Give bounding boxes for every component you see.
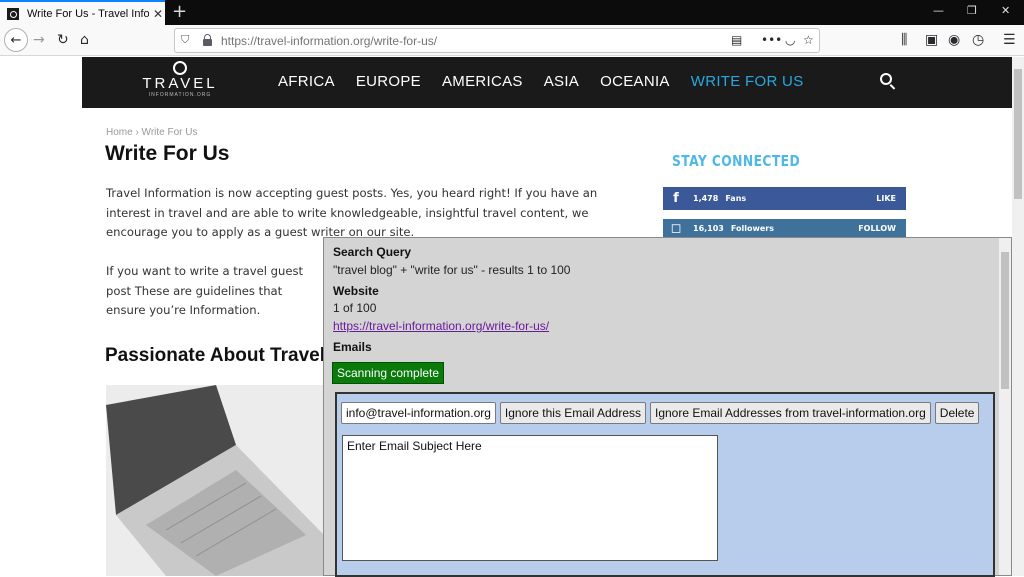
- panel-scrollbar-thumb[interactable]: [1001, 252, 1009, 389]
- nav-write-for-us[interactable]: WRITE FOR US: [691, 73, 804, 90]
- website-position: 1 of 100: [333, 301, 377, 315]
- site-header: TRAVEL INFORMATION.ORG AFRICA EUROPE AME…: [82, 57, 1012, 108]
- laptop-illustration: [106, 385, 324, 576]
- url-text[interactable]: https://travel-information.org/write-for…: [221, 34, 437, 48]
- website-link[interactable]: https://travel-information.org/write-for…: [333, 319, 549, 333]
- library-icon[interactable]: ⫼: [901, 31, 907, 49]
- scan-status-button[interactable]: Scanning complete: [332, 362, 445, 384]
- restore-button[interactable]: ❐: [967, 4, 977, 17]
- page-scrollbar-thumb[interactable]: [1014, 69, 1022, 199]
- facebook-label: Fans: [725, 194, 747, 203]
- sidebar-icon[interactable]: ▣: [925, 31, 938, 49]
- ignore-email-button[interactable]: Ignore this Email Address: [499, 402, 646, 424]
- timer-icon[interactable]: ◷: [972, 31, 984, 49]
- tab-close-icon[interactable]: ✕: [153, 7, 163, 21]
- search-icon[interactable]: [880, 73, 892, 85]
- instagram-label: Followers: [730, 223, 775, 233]
- nav-asia[interactable]: ASIA: [544, 73, 579, 90]
- url-bar[interactable]: ⛉ https://travel-information.org/write-f…: [174, 28, 820, 53]
- page-scrollbar[interactable]: [1012, 57, 1024, 576]
- main-nav: AFRICA EUROPE AMERICAS ASIA OCEANIA WRIT…: [278, 73, 825, 90]
- instagram-follow-button[interactable]: FOLLOW: [858, 224, 896, 233]
- emails-label: Emails: [333, 340, 372, 354]
- guidelines-paragraph: If you want to write a travel guest post…: [106, 264, 304, 317]
- email-address-field[interactable]: info@travel-information.org: [341, 402, 496, 424]
- intro-paragraph: Travel Information is now accepting gues…: [106, 186, 598, 239]
- laptop-image: [106, 385, 324, 576]
- nav-americas[interactable]: AMERICAS: [442, 73, 523, 90]
- close-window-button[interactable]: ✕: [1001, 4, 1010, 17]
- stay-connected-heading: STAY CONNECTED: [672, 152, 801, 170]
- email-actions-row: info@travel-information.org Ignore this …: [341, 402, 980, 424]
- site-favicon-icon: [7, 7, 19, 20]
- logo-subtitle: INFORMATION.ORG: [148, 92, 212, 98]
- instagram-count: 16,103: [693, 223, 724, 233]
- account-icon[interactable]: ◉: [948, 31, 960, 49]
- search-query-label: Search Query: [333, 245, 412, 259]
- browser-toolbar: ← → ↻ ⌂ ⛉ https://travel-information.org…: [0, 25, 1024, 56]
- reload-icon[interactable]: ↻: [57, 31, 69, 49]
- nav-oceania[interactable]: OCEANIA: [600, 73, 670, 90]
- back-button[interactable]: ←: [4, 28, 28, 52]
- page-actions-icon[interactable]: •••: [761, 33, 782, 47]
- browser-tab-bar: Write For Us - Travel Informatic ✕ + — ❐…: [0, 0, 1024, 25]
- facebook-count: 1,478: [693, 194, 719, 203]
- facebook-icon: f: [673, 191, 679, 206]
- page-title: Write For Us: [105, 142, 230, 165]
- minimize-button[interactable]: —: [933, 4, 944, 17]
- site-logo[interactable]: TRAVEL INFORMATION.ORG: [140, 61, 220, 105]
- section-heading: Passionate About Travel: [105, 345, 325, 366]
- search-query-value: "travel blog" + "write for us" - results…: [333, 263, 571, 277]
- tab-title: Write For Us - Travel Informatic: [27, 7, 149, 20]
- pocket-icon[interactable]: ◡: [785, 33, 795, 47]
- nav-africa[interactable]: AFRICA: [278, 73, 335, 90]
- tracking-shield-icon[interactable]: ⛉: [181, 33, 189, 47]
- forward-icon[interactable]: →: [33, 31, 45, 49]
- nav-europe[interactable]: EUROPE: [356, 73, 421, 90]
- logo-mark-icon: [173, 61, 187, 75]
- email-entry: info@travel-information.org Ignore this …: [335, 392, 995, 577]
- logo-word: TRAVEL: [142, 75, 218, 92]
- email-subject-textarea[interactable]: Enter Email Subject Here: [342, 435, 718, 561]
- delete-button[interactable]: Delete: [934, 402, 980, 424]
- lock-icon[interactable]: [203, 34, 212, 46]
- ignore-domain-button[interactable]: Ignore Email Addresses from travel-infor…: [650, 402, 931, 424]
- instagram-icon: ◻: [670, 220, 682, 236]
- reader-view-icon[interactable]: ▤: [731, 33, 742, 47]
- back-arrow-icon: ←: [10, 32, 22, 48]
- facebook-like-button[interactable]: LIKE: [876, 194, 896, 203]
- website-label: Website: [333, 284, 379, 298]
- panel-scrollbar[interactable]: [999, 238, 1011, 575]
- browser-tab[interactable]: Write For Us - Travel Informatic ✕: [0, 0, 165, 25]
- breadcrumb[interactable]: Home › Write For Us: [106, 127, 198, 138]
- instagram-follow-bar[interactable]: ◻ 16,103 Followers FOLLOW: [663, 219, 906, 237]
- facebook-follow-bar[interactable]: f 1,478 Fans LIKE: [663, 187, 906, 210]
- new-tab-button[interactable]: +: [172, 1, 187, 22]
- email-scanner-panel: Search Query "travel blog" + "write for …: [323, 237, 1012, 577]
- bookmark-star-icon[interactable]: ☆: [803, 33, 814, 47]
- menu-icon[interactable]: ☰: [1003, 31, 1016, 49]
- home-icon[interactable]: ⌂: [80, 31, 89, 49]
